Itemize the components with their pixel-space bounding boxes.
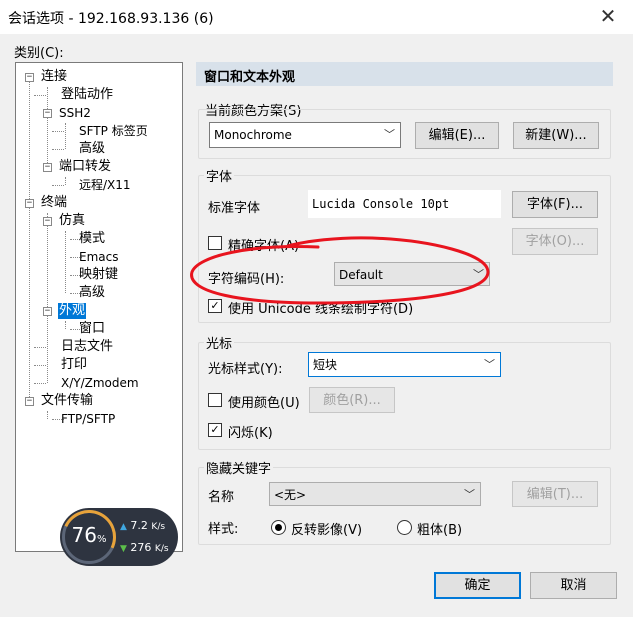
tree-item-mode[interactable]: 模式 bbox=[78, 231, 106, 247]
tree-item-ssh2[interactable]: SSH2 bbox=[58, 105, 92, 121]
tree-item-login-actions[interactable]: 登陆动作 bbox=[60, 87, 114, 103]
chevron-down-icon: ﹀ bbox=[464, 488, 475, 501]
category-tree[interactable]: − − − − − − − 连接 登陆动作 SSH2 SFTP 标签页 高级 端… bbox=[15, 62, 183, 552]
collapse-icon[interactable]: − bbox=[43, 217, 52, 226]
keyword-name-select[interactable]: <无> ﹀ bbox=[269, 482, 481, 506]
cursor-style-label: 光标样式(Y): bbox=[208, 362, 283, 377]
precise-font-checkbox[interactable] bbox=[208, 236, 222, 250]
tree-item-emulation[interactable]: 仿真 bbox=[58, 213, 86, 229]
blink-checkbox[interactable]: ✓ bbox=[208, 423, 222, 437]
tree-item-terminal[interactable]: 终端 bbox=[40, 195, 68, 211]
cursor-style-select[interactable]: 短块 ﹀ bbox=[308, 352, 501, 377]
tree-item-connect[interactable]: 连接 bbox=[40, 69, 68, 85]
category-label: 类别(C): bbox=[14, 46, 64, 61]
chevron-down-icon: ﹀ bbox=[473, 268, 484, 281]
bold-radio[interactable] bbox=[397, 520, 412, 535]
standard-font-value: Lucida Console 10pt bbox=[308, 190, 501, 218]
window-title: 会话选项 - 192.168.93.136 (6) bbox=[8, 11, 214, 27]
tree-item-xyz-modem[interactable]: X/Y/Zmodem bbox=[60, 375, 140, 391]
ok-button[interactable]: 确定 bbox=[434, 572, 521, 599]
tree-item-advanced[interactable]: 高级 bbox=[78, 285, 106, 301]
hidden-keyword-title: 隐藏关键字 bbox=[204, 458, 274, 477]
upload-speed: ▲ 7.2 K/s bbox=[120, 519, 166, 532]
tree-item-appearance[interactable]: 外观 bbox=[58, 303, 87, 319]
precise-font-button[interactable]: 字体(O)... bbox=[512, 228, 598, 255]
precise-font-label: 精确字体(A) bbox=[228, 239, 300, 254]
cpu-usage-percent: 76% bbox=[71, 523, 107, 547]
tree-item-window[interactable]: 窗口 bbox=[78, 321, 106, 337]
cursor-group-title: 光标 bbox=[204, 333, 235, 352]
tree-item-ftp-sftp[interactable]: FTP/SFTP bbox=[60, 411, 116, 427]
tree-item-remote-x11[interactable]: 远程/X11 bbox=[78, 177, 132, 193]
tree-item-emacs[interactable]: Emacs bbox=[78, 249, 119, 265]
arrow-down-icon: ▼ bbox=[120, 544, 127, 554]
cursor-color-button[interactable]: 颜色(R)... bbox=[309, 387, 395, 413]
chevron-down-icon: ﹀ bbox=[484, 358, 495, 371]
cancel-button[interactable]: 取消 bbox=[530, 572, 617, 599]
keyword-edit-button[interactable]: 编辑(T)... bbox=[512, 481, 598, 507]
reverse-video-label: 反转影像(V) bbox=[291, 523, 363, 538]
arrow-up-icon: ▲ bbox=[120, 522, 127, 532]
collapse-icon[interactable]: − bbox=[43, 163, 52, 172]
download-speed: ▼ 276 K/s bbox=[120, 541, 169, 554]
tree-item-sftp-tab[interactable]: SFTP 标签页 bbox=[78, 123, 149, 139]
standard-font-label: 标准字体 bbox=[208, 201, 261, 216]
collapse-icon[interactable]: − bbox=[43, 109, 52, 118]
reverse-video-radio[interactable] bbox=[271, 520, 286, 535]
unicode-line-label: 使用 Unicode 线条绘制字符(D) bbox=[228, 302, 414, 317]
font-button[interactable]: 字体(F)... bbox=[512, 191, 598, 218]
collapse-icon[interactable]: − bbox=[43, 307, 52, 316]
keyword-name-label: 名称 bbox=[208, 490, 235, 505]
keyword-style-label: 样式: bbox=[208, 522, 239, 537]
chevron-down-icon: ﹀ bbox=[384, 128, 395, 141]
encoding-select[interactable]: Default ﹀ bbox=[334, 262, 490, 286]
unicode-line-checkbox[interactable]: ✓ bbox=[208, 299, 222, 313]
font-group-title: 字体 bbox=[204, 166, 235, 185]
edit-scheme-button[interactable]: 编辑(E)... bbox=[415, 122, 499, 149]
tree-item-port-forward[interactable]: 端口转发 bbox=[58, 159, 112, 175]
collapse-icon[interactable]: − bbox=[25, 199, 34, 208]
tree-item-mapped-keys[interactable]: 映射键 bbox=[78, 267, 119, 283]
new-scheme-button[interactable]: 新建(W)... bbox=[513, 122, 599, 149]
close-icon[interactable]: ✕ bbox=[590, 2, 626, 30]
collapse-icon[interactable]: − bbox=[25, 397, 34, 406]
tree-item-advanced[interactable]: 高级 bbox=[78, 141, 106, 157]
bold-label: 粗体(B) bbox=[417, 523, 463, 538]
panel-title: 窗口和文本外观 bbox=[204, 70, 296, 85]
use-color-checkbox[interactable] bbox=[208, 393, 222, 407]
tree-item-file-transfer[interactable]: 文件传输 bbox=[40, 393, 94, 409]
collapse-icon[interactable]: − bbox=[25, 73, 34, 82]
tree-item-print[interactable]: 打印 bbox=[60, 357, 88, 373]
use-color-label: 使用颜色(U) bbox=[228, 396, 300, 411]
color-scheme-select[interactable]: Monochrome ﹀ bbox=[209, 122, 401, 148]
encoding-label: 字符编码(H): bbox=[208, 272, 285, 287]
tree-item-log-file[interactable]: 日志文件 bbox=[60, 339, 114, 355]
blink-label: 闪烁(K) bbox=[228, 426, 273, 441]
